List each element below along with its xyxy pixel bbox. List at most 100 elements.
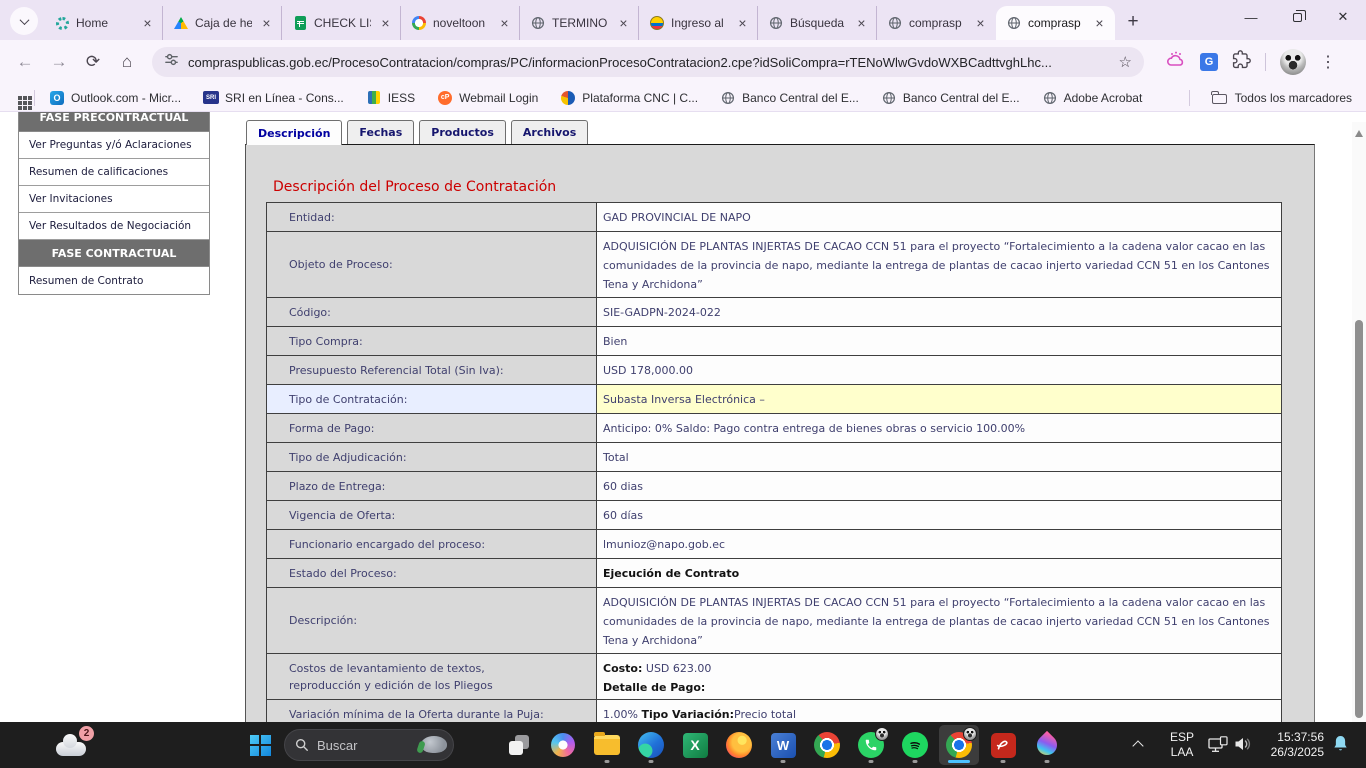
sidebar-item-preguntas[interactable]: Ver Preguntas y/ó Aclaraciones	[19, 132, 209, 159]
taskbar-search[interactable]: Buscar	[284, 729, 454, 761]
tab-productos[interactable]: Productos	[419, 120, 506, 144]
restore-button[interactable]	[1274, 0, 1320, 34]
row-vigencia: Vigencia de Oferta: 60 días	[267, 501, 1281, 530]
tab-label: noveltoon	[433, 16, 490, 30]
row-value: lmunioz@napo.gob.ec	[597, 530, 1281, 558]
tab-busqueda[interactable]: Búsqueda ×	[758, 6, 877, 40]
sidebar-item-invitaciones[interactable]: Ver Invitaciones	[19, 186, 209, 213]
apps-grid-icon[interactable]	[18, 96, 22, 100]
tab-ingreso[interactable]: Ingreso al ×	[639, 6, 758, 40]
bookmark-label: SRI en Línea - Cons...	[225, 91, 344, 105]
whatsapp-button[interactable]	[851, 725, 891, 765]
bookmark-label: Plataforma CNC | C...	[582, 91, 698, 105]
bookmark-banco-central-2[interactable]: Banco Central del E...	[881, 90, 1020, 106]
globe-icon	[768, 15, 784, 31]
tab-descripcion[interactable]: Descripción	[246, 120, 342, 145]
row-plazo: Plazo de Entrega: 60 dias	[267, 472, 1281, 501]
clock[interactable]: 15:37:56 26/3/2025	[1250, 730, 1324, 760]
all-bookmarks[interactable]: Todos los marcadores	[1189, 90, 1352, 106]
spotify-button[interactable]	[895, 725, 935, 765]
row-presupuesto: Presupuesto Referencial Total (Sin Iva):…	[267, 356, 1281, 385]
bookmark-cnc[interactable]: Plataforma CNC | C...	[560, 90, 698, 106]
tab-close-icon[interactable]: ×	[258, 15, 275, 32]
browser-tab-strip: Home × Caja de he × CHECK LIS × noveltoo…	[0, 0, 1366, 40]
tab-home[interactable]: Home ×	[44, 6, 163, 40]
word-button[interactable]: W	[763, 725, 803, 765]
tray-chevron-up-icon[interactable]	[1132, 740, 1143, 751]
sidebar-item-contrato[interactable]: Resumen de Contrato	[19, 267, 209, 294]
file-explorer-button[interactable]	[587, 725, 627, 765]
language-indicator[interactable]: ESP LAA	[1160, 730, 1204, 760]
tab-caja[interactable]: Caja de he ×	[163, 6, 282, 40]
bookmark-star-icon[interactable]: ☆	[1119, 53, 1132, 71]
tab-close-icon[interactable]: ×	[377, 15, 394, 32]
notification-bell-icon[interactable]	[1332, 735, 1349, 759]
row-value: Bien	[597, 327, 1281, 355]
url-bar[interactable]: compraspublicas.gob.ec/ProcesoContrataci…	[152, 47, 1144, 77]
chrome-active-button[interactable]	[939, 725, 979, 765]
profile-avatar[interactable]	[1280, 49, 1306, 75]
bookmarks-divider	[1189, 90, 1190, 106]
bookmark-sri[interactable]: SRI SRI en Línea - Cons...	[203, 90, 344, 106]
page-scrollbar[interactable]	[1352, 122, 1366, 722]
acrobat-button[interactable]	[983, 725, 1023, 765]
paint-drop-button[interactable]	[1027, 725, 1067, 765]
tab-checklist[interactable]: CHECK LIS ×	[282, 6, 401, 40]
excel-button[interactable]: X	[675, 725, 715, 765]
tab-fechas[interactable]: Fechas	[347, 120, 414, 144]
tab-noveltoon[interactable]: noveltoon ×	[401, 6, 520, 40]
tab-termino[interactable]: TERMINO ×	[520, 6, 639, 40]
tab-close-icon[interactable]: ×	[972, 15, 989, 32]
bookmarks-divider	[34, 90, 35, 106]
edge-button[interactable]	[631, 725, 671, 765]
iess-icon	[366, 90, 382, 106]
tab-close-icon[interactable]: ×	[139, 15, 156, 32]
reload-button[interactable]: ⟳	[76, 52, 110, 72]
translate-icon[interactable]: G	[1200, 53, 1218, 71]
copilot-icon	[551, 733, 575, 757]
bookmark-outlook[interactable]: O Outlook.com - Micr...	[49, 90, 181, 106]
bookmark-webmail[interactable]: cP Webmail Login	[437, 90, 538, 106]
close-button[interactable]: ✕	[1320, 0, 1366, 34]
weather-extension-icon[interactable]	[1166, 51, 1186, 73]
bookmark-label: Outlook.com - Micr...	[71, 91, 181, 105]
sidebar-item-negociacion[interactable]: Ver Resultados de Negociación	[19, 213, 209, 240]
start-button[interactable]	[240, 725, 280, 765]
firefox-button[interactable]	[719, 725, 759, 765]
bookmark-banco-central-1[interactable]: Banco Central del E...	[720, 90, 859, 106]
back-button[interactable]: ←	[8, 52, 42, 72]
forward-button[interactable]: →	[42, 52, 76, 72]
site-info-icon[interactable]	[164, 52, 179, 72]
scrollbar-thumb[interactable]	[1355, 320, 1363, 718]
firefox-icon	[726, 732, 752, 758]
task-view-button[interactable]	[499, 725, 539, 765]
network-icon[interactable]	[1208, 736, 1228, 758]
tab-close-icon[interactable]: ×	[734, 15, 751, 32]
tab-close-icon[interactable]: ×	[1091, 15, 1108, 32]
tab-archivos[interactable]: Archivos	[511, 120, 588, 144]
description-panel: Descripción del Proceso de Contratación …	[245, 144, 1315, 722]
tab-close-icon[interactable]: ×	[615, 15, 632, 32]
tab-search-button[interactable]	[10, 7, 38, 35]
bookmark-iess[interactable]: IESS	[366, 90, 415, 106]
home-button[interactable]: ⌂	[110, 52, 144, 72]
copilot-button[interactable]	[543, 725, 583, 765]
url-text[interactable]: compraspublicas.gob.ec/ProcesoContrataci…	[188, 55, 1110, 70]
row-value: 60 días	[597, 501, 1281, 529]
browser-menu-icon[interactable]: ⋮	[1320, 52, 1336, 72]
scroll-up-arrow[interactable]	[1355, 130, 1363, 137]
tab-comprasp-1[interactable]: comprasp ×	[877, 6, 996, 40]
weather-widget[interactable]: 2	[56, 732, 92, 758]
extensions-puzzle-icon[interactable]	[1232, 50, 1251, 74]
new-tab-button[interactable]: +	[1119, 8, 1147, 36]
row-value: Costo: USD 623.00 Detalle de Pago:	[597, 654, 1281, 699]
tab-comprasp-active[interactable]: comprasp ×	[996, 6, 1115, 40]
bookmark-adobe[interactable]: Adobe Acrobat	[1042, 90, 1143, 106]
tab-label: comprasp	[909, 16, 966, 30]
tab-close-icon[interactable]: ×	[496, 15, 513, 32]
sidebar-item-calificaciones[interactable]: Resumen de calificaciones	[19, 159, 209, 186]
minimize-button[interactable]: —	[1228, 0, 1274, 34]
tab-close-icon[interactable]: ×	[853, 15, 870, 32]
chrome-button[interactable]	[807, 725, 847, 765]
outlook-icon: O	[49, 90, 65, 106]
